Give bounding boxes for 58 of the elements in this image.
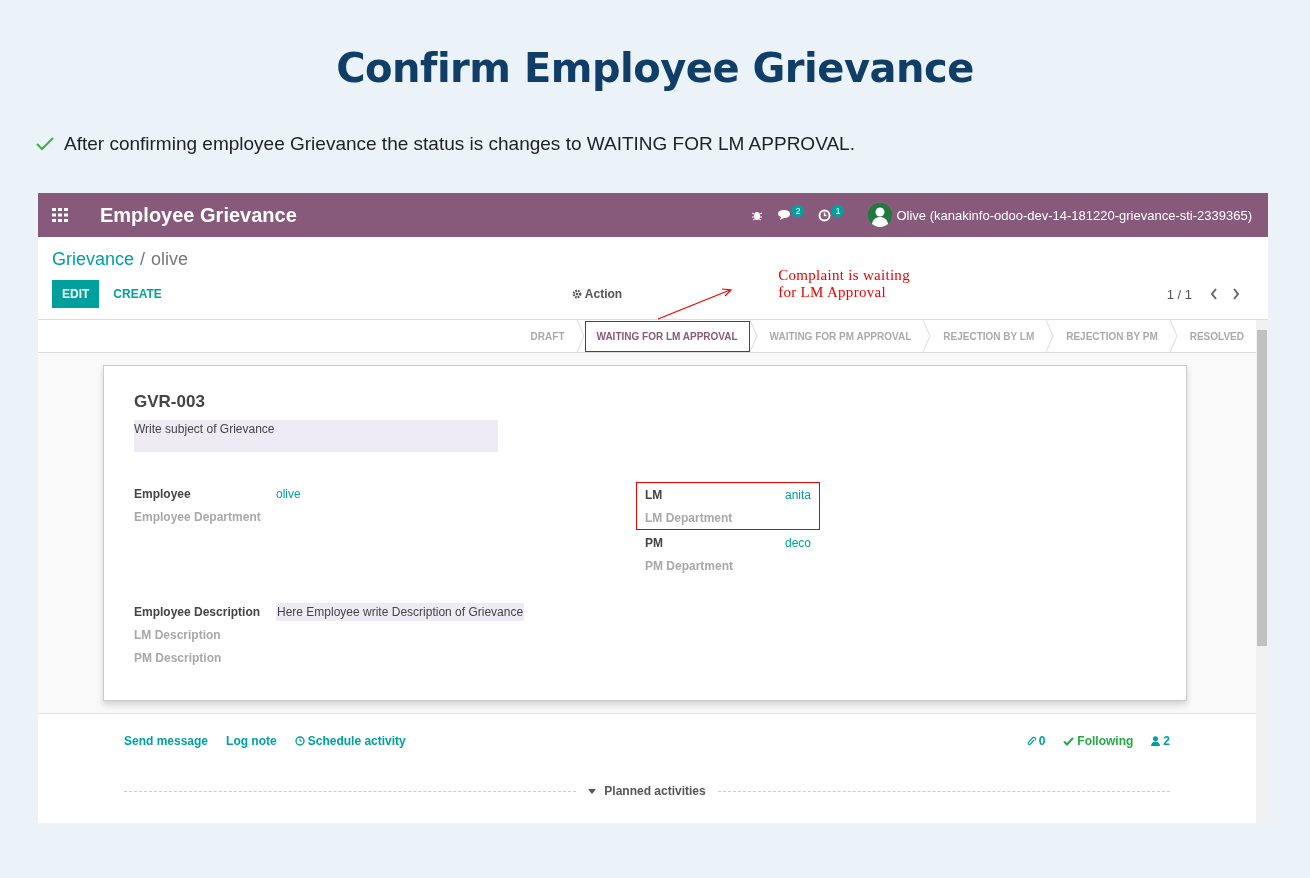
check-icon — [36, 137, 54, 151]
field-label: PM Department — [645, 558, 733, 573]
status-stage[interactable]: WAITING FOR LM APPROVAL — [584, 320, 750, 352]
status-stage[interactable]: REJECTION BY LM — [931, 320, 1047, 352]
message-count-badge: 2 — [791, 205, 805, 217]
field-value-link[interactable]: anita — [784, 487, 811, 502]
check-icon — [1063, 736, 1075, 746]
attachments-button[interactable]: 0 — [1026, 734, 1046, 748]
field-label: PM Description — [134, 650, 223, 665]
annotation-text: Complaint is waiting — [778, 267, 910, 284]
user-name[interactable]: Olive (kanakinfo-odoo-dev-14-181220-grievance-sti-2339365) — [896, 207, 1252, 223]
send-message-link[interactable]: Send message — [124, 734, 209, 748]
breadcrumb-current: olive — [151, 249, 189, 270]
description-field[interactable]: Here Employee write Description of Grievance — [276, 602, 525, 621]
status-stage[interactable]: REJECTION BY PM — [1054, 320, 1170, 352]
next-icon[interactable] — [1232, 288, 1240, 300]
field-value-link[interactable]: olive — [276, 486, 301, 501]
scrollbar[interactable] — [1256, 320, 1268, 823]
status-stage[interactable]: RESOLVED — [1177, 320, 1256, 352]
field-label: Employee — [134, 486, 192, 501]
chat-icon[interactable] — [777, 209, 792, 221]
clock-icon[interactable] — [818, 208, 832, 222]
clock-icon — [294, 736, 305, 746]
bug-icon[interactable] — [751, 209, 764, 221]
page-title: Confirm Employee Grievance — [335, 44, 975, 93]
following-button[interactable]: Following — [1063, 734, 1134, 748]
schedule-activity-link[interactable]: Schedule activity — [294, 734, 406, 748]
apps-grid-icon[interactable] — [52, 208, 68, 222]
person-icon — [1151, 736, 1161, 746]
followers-button[interactable]: 2 — [1151, 734, 1170, 748]
app-title: Employee Grievance — [100, 203, 297, 227]
field-label: PM — [645, 535, 663, 550]
status-stage[interactable]: WAITING FOR PM APPROVAL — [757, 320, 924, 352]
avatar-icon[interactable] — [868, 203, 893, 227]
breadcrumb-separator: / — [140, 249, 146, 270]
gear-icon — [571, 289, 582, 299]
pager-text: 1 / 1 — [1166, 286, 1192, 302]
edit-button[interactable]: EDIT — [52, 280, 100, 308]
activity-count-badge: 1 — [831, 204, 845, 217]
annotation-text: for LM Approval — [778, 284, 887, 301]
caret-icon — [588, 788, 597, 794]
field-label: LM Department — [645, 510, 733, 525]
breadcrumb-link[interactable]: Grievance — [52, 249, 135, 270]
field-value-link[interactable]: deco — [784, 535, 811, 550]
field-label: LM — [645, 487, 663, 502]
note-text: After confirming employee Grievance the status is changes to WAITING FOR LM APPROVAL. — [64, 133, 855, 155]
log-note-link[interactable]: Log note — [226, 734, 277, 748]
reference-number: GVR-003 — [134, 392, 206, 412]
previous-icon[interactable] — [1210, 288, 1218, 300]
subject-field[interactable]: Write subject of Grievance — [134, 420, 498, 452]
status-stage[interactable]: DRAFT — [518, 320, 577, 352]
paperclip-icon — [1026, 735, 1036, 747]
field-label: Employee Description — [134, 604, 262, 619]
field-label: Employee Department — [134, 509, 262, 524]
field-label: LM Description — [134, 627, 222, 642]
create-button[interactable]: CREATE — [99, 280, 176, 308]
planned-activities-toggle[interactable]: Planned activities — [588, 784, 706, 798]
action-dropdown[interactable]: Action — [565, 286, 629, 302]
